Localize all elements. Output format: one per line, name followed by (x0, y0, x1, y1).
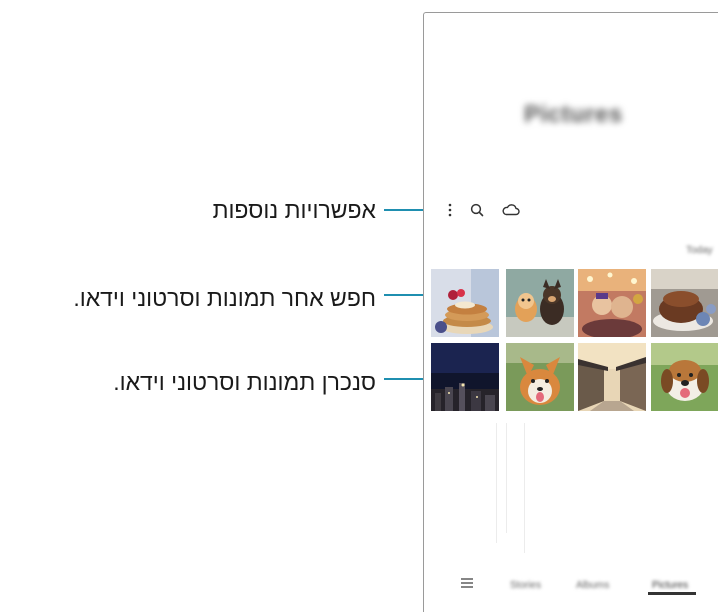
party-photo[interactable] (578, 269, 646, 337)
more-options-callout: אפשרויות נוספות (212, 197, 376, 223)
city-night-photo[interactable] (431, 343, 499, 411)
street-photo[interactable] (578, 343, 646, 411)
beagle-photo[interactable] (651, 343, 718, 411)
tab-albums[interactable]: Albums (576, 580, 609, 591)
sync-callout: סנכרן תמונות וסרטוני וידאו. (113, 369, 376, 395)
search-icon[interactable] (468, 201, 486, 219)
cake-photo[interactable] (651, 269, 718, 337)
ghost-divider (524, 423, 525, 553)
active-tab-underline (648, 592, 696, 595)
cloud-icon[interactable] (501, 201, 520, 219)
section-label: Today (686, 245, 713, 256)
tab-stories[interactable]: Stories (510, 580, 541, 591)
ghost-divider (506, 423, 507, 533)
tab-pictures[interactable]: Pictures (652, 580, 688, 591)
ghost-divider (496, 423, 497, 543)
search-callout: חפש אחר תמונות וסרטוני וידאו. (73, 285, 376, 311)
more-options-icon[interactable] (444, 201, 462, 219)
phone-screen: Pictures Today Stories Albums Pictures (423, 12, 718, 612)
menu-icon[interactable] (460, 576, 474, 594)
corgi-photo[interactable] (506, 343, 574, 411)
dogs-photo[interactable] (506, 269, 574, 337)
pancakes-photo[interactable] (431, 269, 499, 337)
page-title: Pictures (524, 101, 623, 128)
